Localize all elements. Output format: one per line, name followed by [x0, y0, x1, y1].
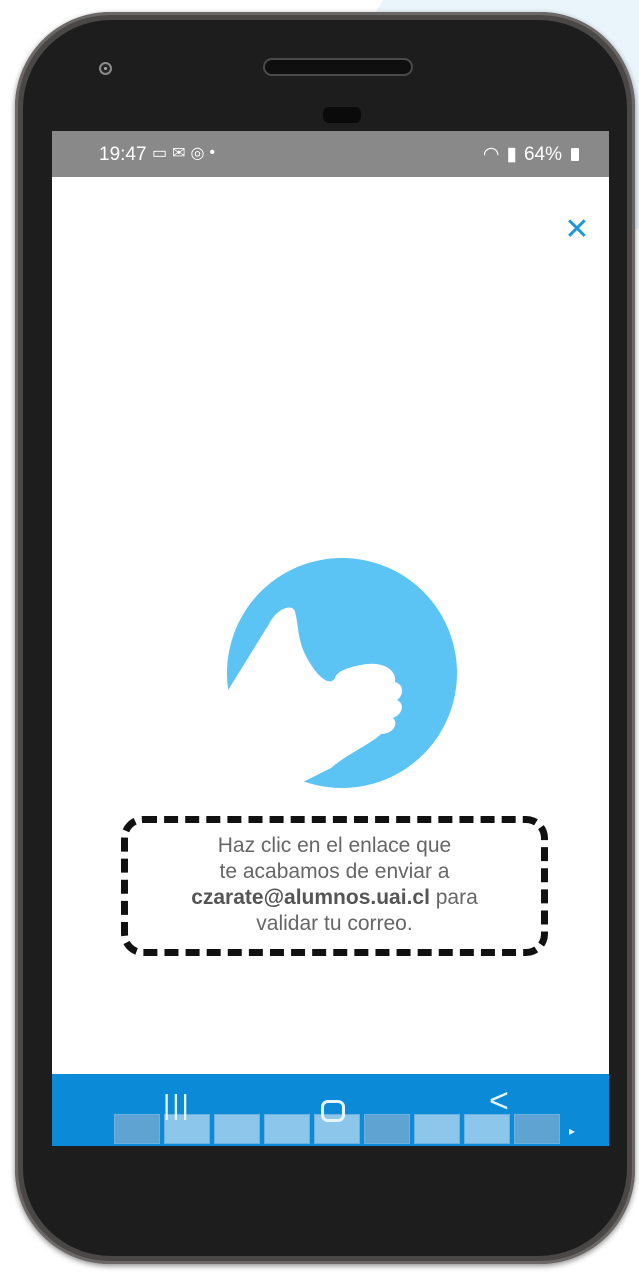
laptop-icon: ▭ [152, 145, 168, 162]
thumbnail [114, 1114, 160, 1144]
close-button[interactable]: ✕ [562, 215, 592, 245]
email-address: czarate@alumnos.uai.cl [191, 886, 430, 909]
instagram-icon: ◎ [190, 145, 205, 162]
message-line-1: Haz clic en el enlace que [217, 834, 452, 857]
dot-icon: • [209, 144, 216, 161]
status-system-icons: ◠ ▮ 64% [483, 143, 579, 166]
status-time: 19:47 [99, 144, 147, 165]
thumbnail [514, 1114, 560, 1144]
message-line-3: czarate@alumnos.uai.cl para [128, 885, 541, 911]
wifi-icon: ◠ [482, 144, 500, 165]
thumbnail [364, 1114, 410, 1144]
thumbnail [264, 1114, 310, 1144]
thumbnail [214, 1114, 260, 1144]
home-button[interactable] [321, 1100, 345, 1122]
status-bar: 19:47 ▭ ✉ ◎ • ◠ ▮ 64% [52, 131, 609, 177]
message-line-4: validar tu correo. [256, 912, 413, 935]
proximity-sensor [323, 107, 361, 123]
thumbs-up-icon [227, 558, 457, 788]
message-line-2: te acabamos de enviar a [219, 860, 450, 883]
back-button[interactable]: < [489, 1084, 509, 1118]
signal-icon: ▮ [506, 144, 517, 165]
thumbnail [414, 1114, 460, 1144]
front-camera [99, 62, 112, 75]
strip-arrow-icon: ▸ [568, 1124, 575, 1138]
status-notification-icons: ▭ ✉ ◎ • [152, 143, 215, 163]
recent-apps-button[interactable]: ||| [163, 1088, 191, 1122]
phone-screen: 19:47 ▭ ✉ ◎ • ◠ ▮ 64% ✕ Haz clic en el e… [52, 131, 609, 1091]
message-line-3-suffix: para [429, 886, 478, 909]
earpiece-speaker [263, 58, 413, 76]
confirmation-message: Haz clic en el enlace que te acabamos de… [128, 833, 541, 937]
battery-icon [571, 148, 579, 161]
confirmation-message-box: Haz clic en el enlace que te acabamos de… [121, 816, 548, 956]
battery-percent: 64% [523, 143, 562, 165]
mail-icon: ✉ [172, 145, 186, 162]
navigation-bar: ▸ ||| < [52, 1074, 609, 1146]
